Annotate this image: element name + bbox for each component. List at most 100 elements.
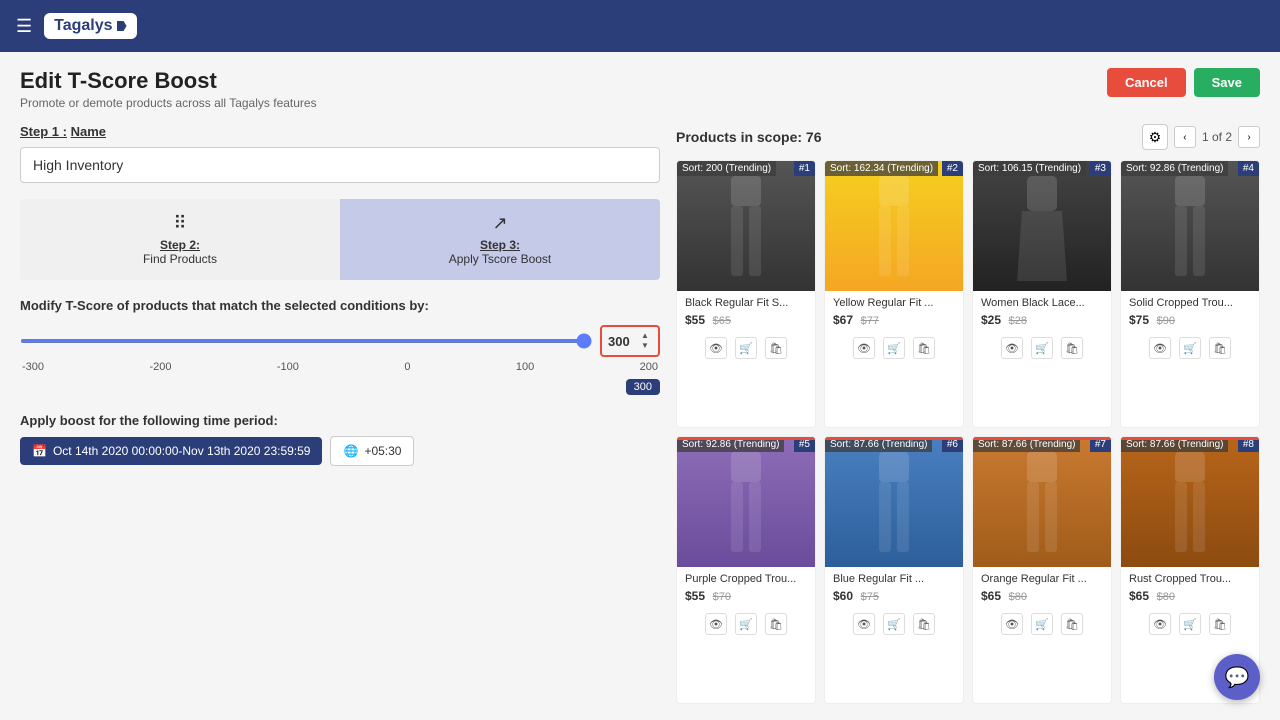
product-price: $65 <box>981 589 1001 603</box>
view-button[interactable]: 👁 <box>1149 337 1171 359</box>
tscore-slider[interactable] <box>20 339 592 343</box>
hamburger-icon[interactable]: ☰ <box>16 16 32 37</box>
spinner-up-button[interactable]: ▲ <box>638 331 652 341</box>
product-pricing: $75 $90 <box>1129 312 1251 327</box>
product-card: Sort: 92.86 (Trending) #5 Purple Cropped… <box>676 436 816 704</box>
product-image <box>677 437 815 567</box>
tick-labels: -300 -200 -100 0 100 200 <box>20 361 660 373</box>
clothing-silhouette <box>1165 447 1215 557</box>
step3-item[interactable]: ↗ Step 3: Apply Tscore Boost <box>340 199 660 280</box>
timezone-text: +05:30 <box>364 444 401 458</box>
cart-button[interactable]: 🛒 <box>1179 337 1201 359</box>
bag-button[interactable]: 🛍 <box>765 613 787 635</box>
clothing-silhouette <box>1017 171 1067 281</box>
product-card: Sort: 106.15 (Trending) #3 Women Black L… <box>972 160 1112 428</box>
product-old-price: $75 <box>861 591 879 603</box>
cart-button[interactable]: 🛒 <box>735 613 757 635</box>
product-name: Women Black Lace... <box>981 297 1103 309</box>
globe-icon: 🌐 <box>343 444 358 458</box>
bag-button[interactable]: 🛍 <box>1061 337 1083 359</box>
product-old-price: $80 <box>1157 591 1175 603</box>
view-button[interactable]: 👁 <box>853 613 875 635</box>
product-actions: 👁 🛒 🛍 <box>825 609 963 641</box>
product-image <box>1121 161 1259 291</box>
save-button[interactable]: Save <box>1194 68 1260 97</box>
pagination-text: 1 of 2 <box>1202 130 1232 144</box>
product-card: Sort: 200 (Trending) #1 Black Regular Fi… <box>676 160 816 428</box>
logo[interactable]: Tagalys <box>44 13 136 39</box>
bag-button[interactable]: 🛍 <box>765 337 787 359</box>
bag-button[interactable]: 🛍 <box>913 337 935 359</box>
chat-button[interactable]: 💬 <box>1214 654 1260 700</box>
sort-badge: Sort: 200 (Trending) <box>677 161 776 176</box>
product-info: Rust Cropped Trou... $65 $80 <box>1121 567 1259 609</box>
clothing-silhouette <box>1017 447 1067 557</box>
cart-button[interactable]: 🛒 <box>1031 613 1053 635</box>
spinner-down-button[interactable]: ▼ <box>638 341 652 351</box>
cancel-button[interactable]: Cancel <box>1107 68 1186 97</box>
product-card: Sort: 92.86 (Trending) #4 Solid Cropped … <box>1120 160 1260 428</box>
product-image <box>677 161 815 291</box>
cart-button[interactable]: 🛒 <box>1031 337 1053 359</box>
name-input[interactable] <box>20 147 660 183</box>
product-name: Black Regular Fit S... <box>685 297 807 309</box>
product-image <box>1121 437 1259 567</box>
prev-page-button[interactable]: ‹ <box>1174 126 1196 148</box>
product-price: $55 <box>685 313 705 327</box>
product-old-price: $28 <box>1009 315 1027 327</box>
view-button[interactable]: 👁 <box>1149 613 1171 635</box>
step3-subtitle: Apply Tscore Boost <box>449 252 552 266</box>
logo-shape-icon <box>117 21 127 31</box>
content-area: Step 1 : Name ⠿ Step 2: Find Products ↗ … <box>20 124 1260 704</box>
tick-value-row: 300 <box>20 375 660 395</box>
modify-label: Modify T-Score of products that match th… <box>20 298 660 313</box>
page-title: Edit T-Score Boost <box>20 68 317 94</box>
tick-100: 100 <box>516 361 534 373</box>
view-button[interactable]: 👁 <box>853 337 875 359</box>
cart-button[interactable]: 🛒 <box>883 613 905 635</box>
step3-title: Step 3: <box>480 238 520 252</box>
product-name: Rust Cropped Trou... <box>1129 573 1251 585</box>
cart-button[interactable]: 🛒 <box>735 337 757 359</box>
product-actions: 👁 🛒 🛍 <box>677 609 815 641</box>
view-button[interactable]: 👁 <box>1001 613 1023 635</box>
page-container: Edit T-Score Boost Promote or demote pro… <box>0 52 1280 720</box>
product-info: Women Black Lace... $25 $28 <box>973 291 1111 333</box>
bag-button[interactable]: 🛍 <box>1209 613 1231 635</box>
product-actions: 👁 🛒 🛍 <box>1121 609 1259 641</box>
step2-subtitle: Find Products <box>143 252 217 266</box>
view-button[interactable]: 👁 <box>705 337 727 359</box>
chevron-right-icon: › <box>1247 132 1250 143</box>
step2-title: Step 2: <box>160 238 200 252</box>
product-name: Yellow Regular Fit ... <box>833 297 955 309</box>
clothing-silhouette <box>1165 171 1215 281</box>
step2-item[interactable]: ⠿ Step 2: Find Products <box>20 199 340 280</box>
product-info: Black Regular Fit S... $55 $65 <box>677 291 815 333</box>
sort-badge: Sort: 92.86 (Trending) <box>1121 161 1228 176</box>
product-actions: 👁 🛒 🛍 <box>973 609 1111 641</box>
cart-button[interactable]: 🛒 <box>1179 613 1201 635</box>
cart-button[interactable]: 🛒 <box>883 337 905 359</box>
tick-200: 200 <box>640 361 658 373</box>
product-pricing: $65 $80 <box>981 588 1103 603</box>
clothing-silhouette <box>721 171 771 281</box>
chevron-left-icon: ‹ <box>1183 132 1186 143</box>
product-info: Orange Regular Fit ... $65 $80 <box>973 567 1111 609</box>
product-price: $60 <box>833 589 853 603</box>
settings-button[interactable]: ⚙ <box>1142 124 1168 150</box>
view-button[interactable]: 👁 <box>705 613 727 635</box>
product-price: $65 <box>1129 589 1149 603</box>
right-panel: Products in scope: 76 ⚙ ‹ 1 of 2 › <box>676 124 1260 704</box>
gear-icon: ⚙ <box>1149 129 1162 146</box>
timezone-button[interactable]: 🌐 +05:30 <box>330 436 414 466</box>
date-range-button[interactable]: 📅 Oct 14th 2020 00:00:00-Nov 13th 2020 2… <box>20 437 322 465</box>
clothing-silhouette <box>869 171 919 281</box>
view-button[interactable]: 👁 <box>1001 337 1023 359</box>
next-page-button[interactable]: › <box>1238 126 1260 148</box>
bag-button[interactable]: 🛍 <box>913 613 935 635</box>
product-actions: 👁 🛒 🛍 <box>825 333 963 365</box>
bag-button[interactable]: 🛍 <box>1209 337 1231 359</box>
products-header: Products in scope: 76 ⚙ ‹ 1 of 2 › <box>676 124 1260 150</box>
product-old-price: $70 <box>713 591 731 603</box>
bag-button[interactable]: 🛍 <box>1061 613 1083 635</box>
